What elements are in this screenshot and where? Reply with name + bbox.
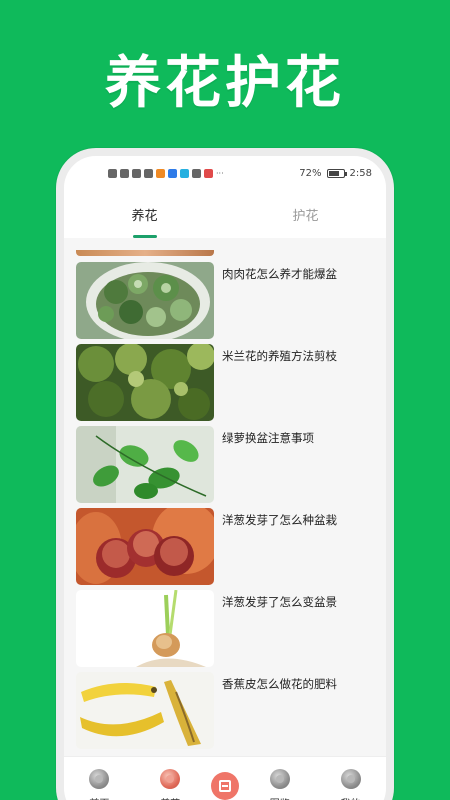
signal-icon	[120, 168, 129, 178]
article-title: 肉肉花怎么养才能爆盆	[222, 267, 337, 281]
list-item[interactable]: 米兰花的养殖方法剪枝	[76, 344, 374, 421]
article-title: 绿萝换盆注意事项	[222, 431, 314, 445]
flower-care-icon	[160, 769, 181, 789]
app-icon-cyan	[180, 168, 189, 178]
status-more: ···	[216, 168, 224, 178]
nav-label: 图鉴	[270, 795, 290, 800]
red-onions-photo	[76, 508, 214, 585]
nav-tujian[interactable]: 图鉴	[250, 769, 310, 800]
battery-icon	[326, 168, 347, 178]
app-screen: ··· 72% 2:58 养花 护花 肉肉花怎么养才能爆盆 米兰花的养殖方法剪枝…	[64, 156, 386, 800]
list-item[interactable]: 洋葱发芽了怎么种盆栽	[76, 508, 374, 585]
pothos-leaves-photo	[76, 426, 214, 503]
app-icon-orange	[156, 168, 165, 178]
scan-button[interactable]	[210, 772, 239, 800]
tab-yanghua[interactable]: 养花	[64, 190, 225, 238]
article-title: 洋葱发芽了怎么变盆景	[222, 595, 337, 609]
home-icon	[89, 769, 110, 789]
article-list[interactable]: 肉肉花怎么养才能爆盆 米兰花的养殖方法剪枝 绿萝换盆注意事项 洋葱发芽了怎么种盆…	[64, 238, 386, 750]
bottom-nav: 首页 养花 图鉴 我的	[64, 756, 386, 800]
scan-icon	[218, 780, 231, 792]
succulent-photo	[76, 262, 214, 339]
nav-label: 首页	[89, 795, 109, 800]
article-title: 香蕉皮怎么做花的肥料	[222, 677, 337, 691]
profile-icon	[340, 769, 361, 789]
nav-home[interactable]: 首页	[69, 769, 129, 800]
clock-time: 2:58	[349, 167, 372, 179]
mail-icon	[204, 168, 213, 178]
status-bar: ··· 72% 2:58	[64, 156, 386, 190]
status-right: 72% 2:58	[299, 168, 372, 179]
nav-label: 养花	[160, 795, 180, 800]
battery-percent: 72%	[299, 167, 322, 179]
partial-thumbnail-top	[76, 250, 214, 256]
list-item[interactable]: 肉肉花怎么养才能爆盆	[76, 262, 374, 339]
hd-icon	[108, 168, 117, 178]
nav-label: 我的	[341, 795, 361, 800]
category-tabs: 养花 护花	[64, 190, 386, 238]
promo-title: 养花护花	[105, 51, 345, 116]
tab-huhua[interactable]: 护花	[225, 190, 386, 238]
article-title: 米兰花的养殖方法剪枝	[222, 349, 337, 363]
list-item[interactable]: 绿萝换盆注意事项	[76, 426, 374, 503]
sprouting-onion-photo	[76, 590, 214, 667]
list-item[interactable]: 洋葱发芽了怎么变盆景	[76, 590, 374, 667]
app-icon-blue	[168, 168, 177, 178]
status-icons: ···	[108, 168, 224, 178]
list-item[interactable]: 香蕉皮怎么做花的肥料	[76, 672, 374, 749]
phone-frame: ··· 72% 2:58 养花 护花 肉肉花怎么养才能爆盆 米兰花的养殖方法剪枝…	[56, 148, 394, 800]
signal-4g-icon	[132, 168, 141, 178]
nav-mine[interactable]: 我的	[321, 769, 381, 800]
banana-peel-photo	[76, 672, 214, 749]
nav-yanghua[interactable]: 养花	[140, 769, 200, 800]
cart-icon	[192, 168, 201, 178]
aglaia-shrub-photo	[76, 344, 214, 421]
article-title: 洋葱发芽了怎么种盆栽	[222, 513, 337, 527]
wifi-icon	[144, 168, 153, 178]
catalog-icon	[269, 769, 290, 789]
